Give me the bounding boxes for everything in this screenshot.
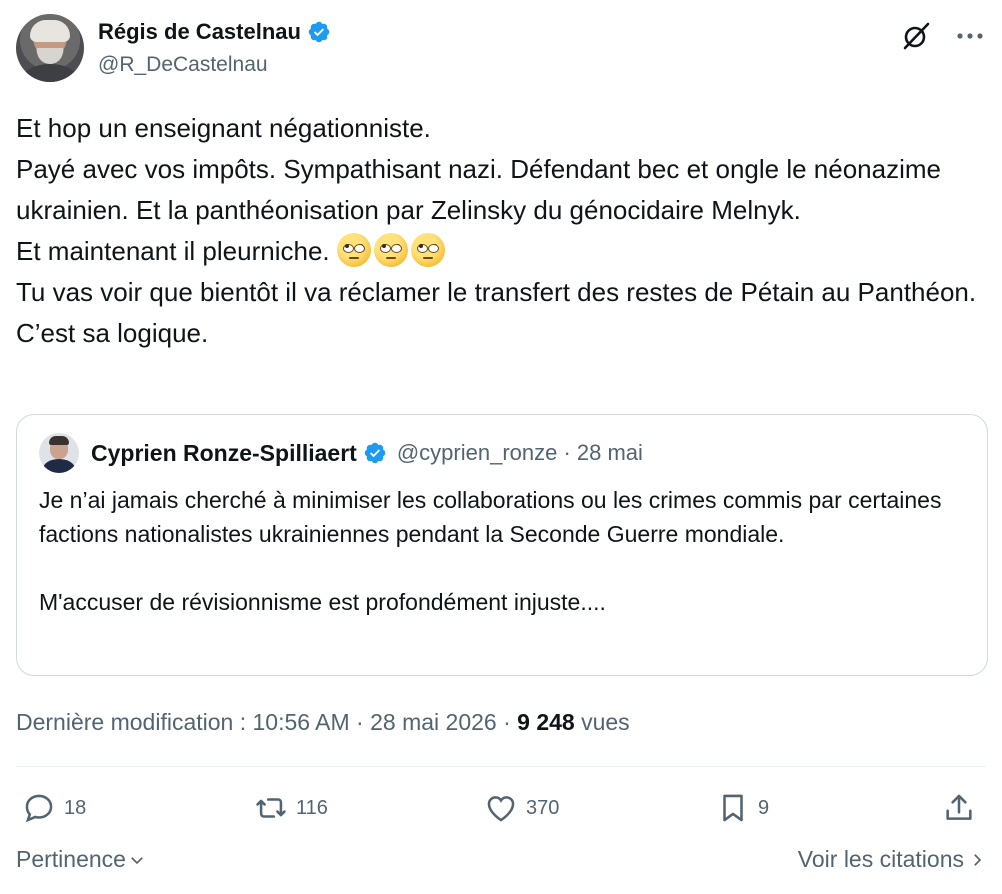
views-label: vues xyxy=(574,709,630,735)
bookmark-icon xyxy=(723,794,743,822)
like-count: 370 xyxy=(526,796,560,819)
reply-button[interactable]: 18 xyxy=(22,786,86,830)
tweet-line: Tu vas voir que bientôt il va réclamer l… xyxy=(16,277,984,348)
divider xyxy=(16,766,986,767)
tweet-top-actions xyxy=(900,20,986,52)
bookmark-button[interactable]: 9 xyxy=(716,786,769,830)
verified-badge-icon xyxy=(364,442,386,464)
quoted-tweet-text: Je n’ai jamais cherché à minimiser les c… xyxy=(39,483,965,619)
reply-icon xyxy=(25,794,53,823)
quoted-tweet[interactable]: Cyprien Ronze-Spilliaert @cyprien_ronze … xyxy=(16,414,988,676)
quoted-paragraph: Je n’ai jamais cherché à minimiser les c… xyxy=(39,487,942,547)
share-icon xyxy=(946,794,972,820)
view-quotes-label: Voir les citations xyxy=(797,846,964,872)
tweet-line: Payé avec vos impôts. Sympathisant nazi.… xyxy=(16,154,949,225)
modified-timestamp[interactable]: Dernière modification : 10:56 AM · 28 ma… xyxy=(16,709,517,735)
quoted-paragraph: M'accuser de révisionnisme est profondém… xyxy=(39,589,606,615)
author-info: Régis de Castelnau @R_DeCastelnau xyxy=(98,18,331,80)
author-avatar[interactable] xyxy=(16,14,84,82)
repost-icon xyxy=(256,798,286,818)
quoted-author-meta: @cyprien_ronze · 28 mai xyxy=(396,440,643,465)
rolling-eyes-emoji-icon xyxy=(410,233,445,267)
quoted-tweet-header: Cyprien Ronze-Spilliaert @cyprien_ronze … xyxy=(39,433,965,473)
share-button[interactable] xyxy=(942,786,976,830)
reply-count: 18 xyxy=(64,796,87,819)
quoted-author-avatar xyxy=(39,433,79,473)
quoted-author-name: Cyprien Ronze-Spilliaert xyxy=(91,439,357,466)
views-count: 9 248 xyxy=(517,709,575,735)
tweet: Régis de Castelnau @R_DeCastelnau Et hop… xyxy=(0,0,1002,894)
tweet-text: Et hop un enseignant négationniste. Payé… xyxy=(16,108,986,354)
chevron-down-icon xyxy=(131,856,143,864)
verified-badge-icon[interactable] xyxy=(307,20,331,44)
tweet-header: Régis de Castelnau @R_DeCastelnau xyxy=(16,14,986,84)
grok-icon[interactable] xyxy=(900,20,932,52)
repost-count: 116 xyxy=(296,796,328,819)
view-quotes-link[interactable]: Voir les citations xyxy=(798,846,986,873)
sort-dropdown[interactable]: Pertinence xyxy=(16,846,146,873)
author-name[interactable]: Régis de Castelnau xyxy=(98,18,301,46)
rolling-eyes-emoji-icon xyxy=(373,233,408,267)
bookmark-count: 9 xyxy=(758,796,770,819)
author-handle[interactable]: @R_DeCastelnau xyxy=(98,50,331,80)
chevron-right-icon xyxy=(974,853,982,866)
tweet-actions: 18 116 370 9 xyxy=(22,786,982,830)
tweet-line: Et hop un enseignant négationniste. xyxy=(16,113,431,143)
tweet-line: Et maintenant il pleurniche. xyxy=(16,231,986,272)
heart-icon xyxy=(487,796,515,822)
like-button[interactable]: 370 xyxy=(484,786,559,830)
repost-button[interactable]: 116 xyxy=(254,786,328,830)
sort-label: Pertinence xyxy=(16,846,126,872)
tweet-meta: Dernière modification : 10:56 AM · 28 ma… xyxy=(16,704,630,740)
rolling-eyes-emoji-icon xyxy=(336,233,371,267)
more-options-icon[interactable] xyxy=(954,20,986,52)
